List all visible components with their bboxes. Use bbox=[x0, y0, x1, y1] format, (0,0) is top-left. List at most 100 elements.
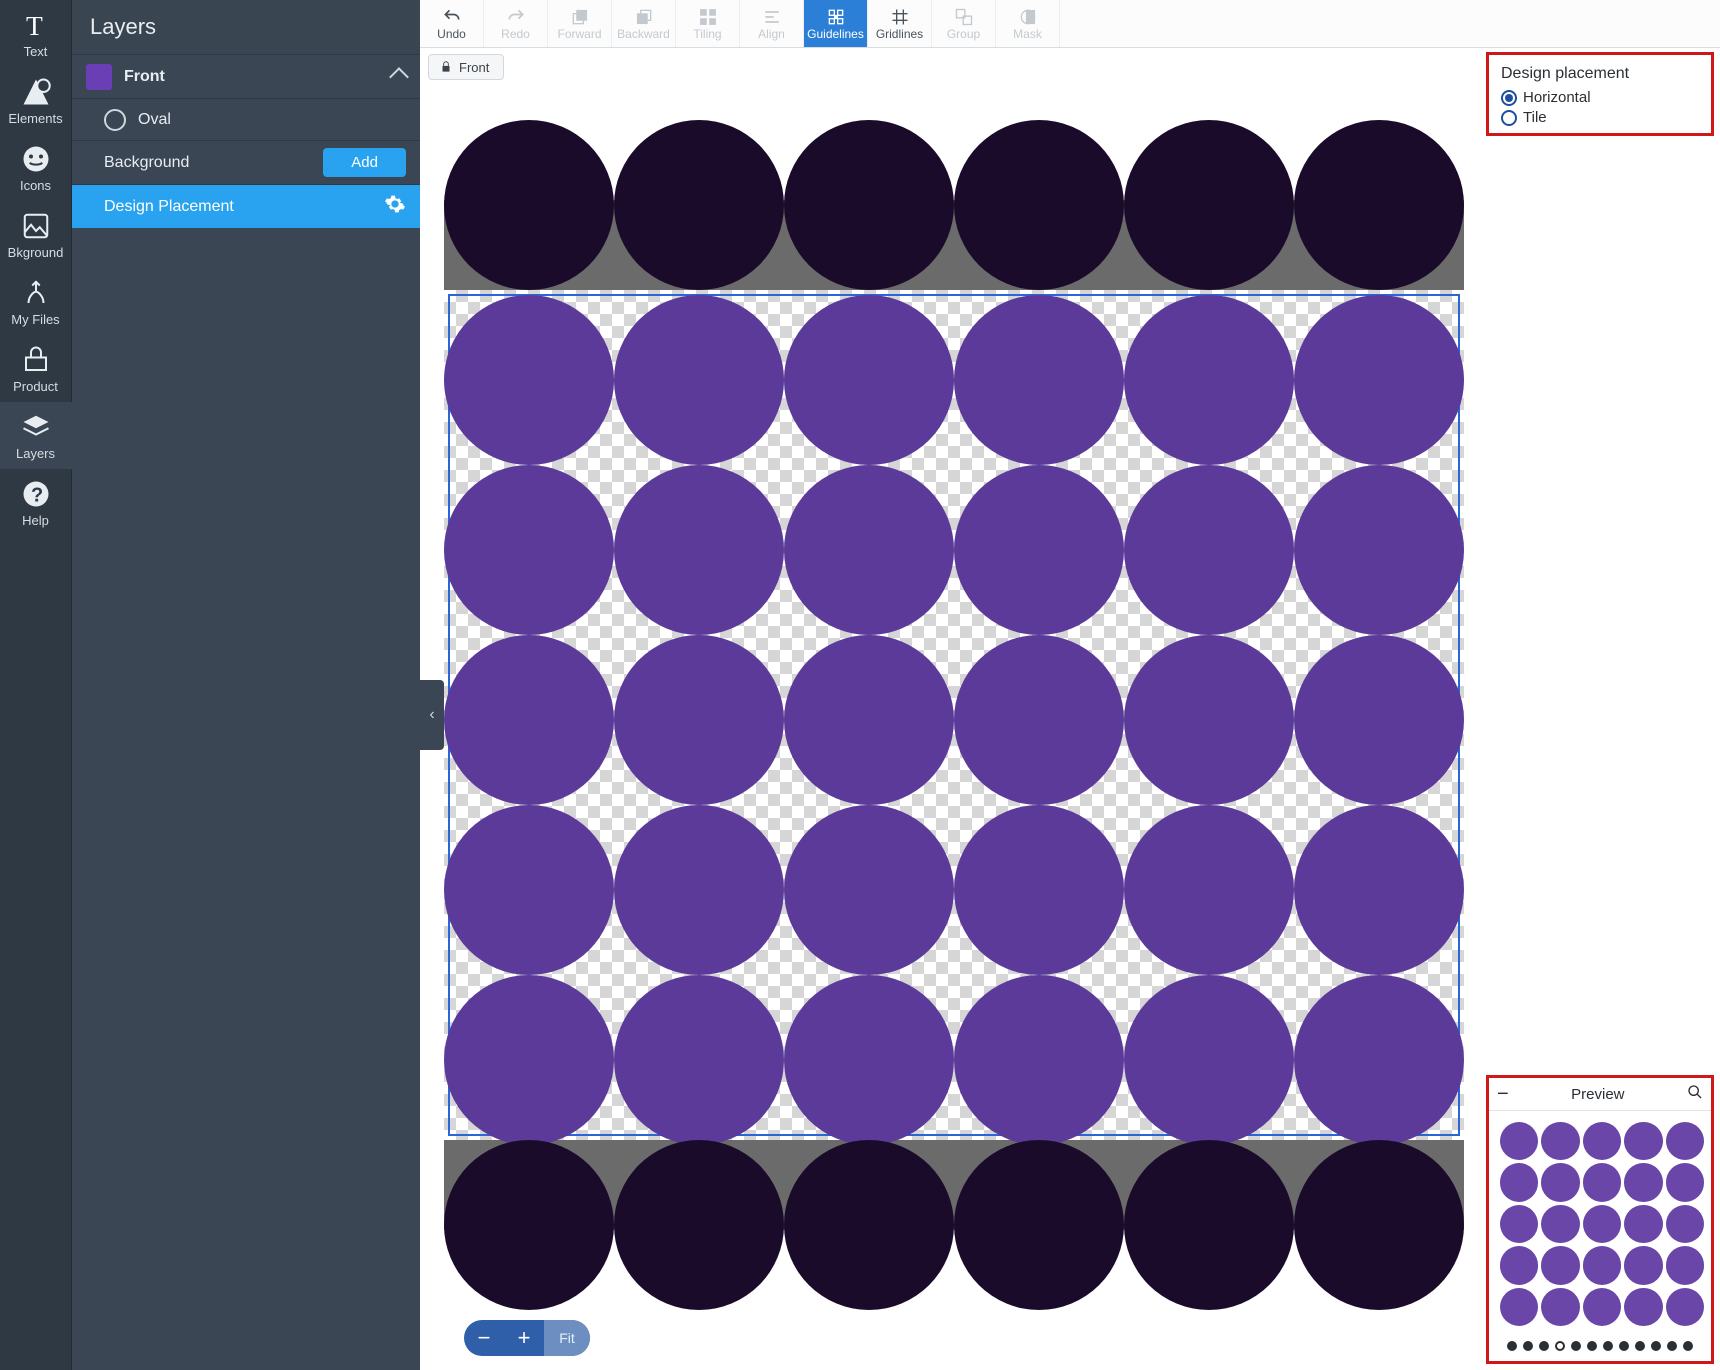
preview-circle bbox=[1500, 1288, 1538, 1326]
rail-help[interactable]: ? Help bbox=[0, 469, 72, 536]
pattern-circle bbox=[1294, 635, 1464, 805]
redo-icon bbox=[505, 7, 527, 27]
preview-circle bbox=[1624, 1288, 1662, 1326]
toolbar-tiling: Tiling bbox=[676, 0, 740, 47]
bleed-circle bbox=[1124, 120, 1294, 290]
toolbar-gridlines[interactable]: Gridlines bbox=[868, 0, 932, 47]
toolbar-group: Group bbox=[932, 0, 996, 47]
preview-page-dot[interactable] bbox=[1539, 1341, 1549, 1351]
layers-panel: Layers Front Oval Background Add Design … bbox=[72, 0, 420, 1370]
preview-page-dot[interactable] bbox=[1635, 1341, 1645, 1351]
layer-background-label: Background bbox=[104, 154, 189, 172]
lock-icon bbox=[439, 60, 453, 74]
pattern-circle bbox=[444, 635, 614, 805]
bleed-circle bbox=[784, 120, 954, 290]
radio-icon bbox=[1501, 110, 1517, 126]
undo-icon bbox=[441, 7, 463, 27]
toolbar-label: Guidelines bbox=[807, 27, 864, 41]
pattern-circle bbox=[444, 465, 614, 635]
gridlines-icon bbox=[889, 7, 911, 27]
zoom-fit-button[interactable]: Fit bbox=[544, 1320, 590, 1356]
preview-page-dot[interactable] bbox=[1683, 1341, 1693, 1351]
rail-layers[interactable]: Layers bbox=[0, 402, 72, 469]
layer-front[interactable]: Front bbox=[72, 54, 420, 98]
toolbar-label: Tiling bbox=[693, 27, 721, 41]
placement-option-tile[interactable]: Tile bbox=[1501, 109, 1699, 126]
rail-product[interactable]: Product bbox=[0, 335, 72, 402]
bleed-circle bbox=[1294, 1140, 1464, 1310]
rail-help-label: Help bbox=[22, 513, 49, 528]
layer-design-placement[interactable]: Design Placement bbox=[72, 184, 420, 228]
bleed-circle bbox=[784, 1140, 954, 1310]
rail-elements[interactable]: Elements bbox=[0, 67, 72, 134]
toolbar-label: Gridlines bbox=[876, 27, 923, 41]
rail-icons-label: Icons bbox=[20, 178, 51, 193]
bleed-circle bbox=[1124, 1140, 1294, 1310]
preview-circle bbox=[1666, 1122, 1704, 1160]
preview-circle bbox=[1666, 1163, 1704, 1201]
zoom-in-button[interactable]: + bbox=[504, 1320, 544, 1356]
panel-title: Layers bbox=[72, 0, 420, 54]
pattern-circle bbox=[1124, 295, 1294, 465]
pattern-circle bbox=[1124, 635, 1294, 805]
placement-option-horizontal[interactable]: Horizontal bbox=[1501, 89, 1699, 106]
design-canvas[interactable] bbox=[444, 200, 1464, 1230]
preview-circle bbox=[1541, 1205, 1579, 1243]
preview-circle bbox=[1541, 1122, 1579, 1160]
pattern-circle bbox=[784, 635, 954, 805]
preview-page-dot[interactable] bbox=[1523, 1341, 1533, 1351]
bleed-circle bbox=[954, 1140, 1124, 1310]
toolbar-label: Backward bbox=[617, 27, 670, 41]
toolbar-label: Mask bbox=[1013, 27, 1042, 41]
bleed-circle bbox=[954, 120, 1124, 290]
zoom-out-button[interactable]: − bbox=[464, 1320, 504, 1356]
pattern-circle bbox=[954, 295, 1124, 465]
preview-collapse-button[interactable]: − bbox=[1497, 1087, 1509, 1101]
preview-page-dot[interactable] bbox=[1619, 1341, 1629, 1351]
layer-oval[interactable]: Oval bbox=[72, 98, 420, 140]
preview-circle bbox=[1583, 1246, 1621, 1284]
panel-collapse-toggle[interactable]: ‹ bbox=[420, 680, 444, 750]
rail-product-label: Product bbox=[13, 379, 58, 394]
preview-circle bbox=[1666, 1288, 1704, 1326]
toolbar-undo[interactable]: Undo bbox=[420, 0, 484, 47]
preview-page-dot[interactable] bbox=[1651, 1341, 1661, 1351]
rail-icons[interactable]: Icons bbox=[0, 134, 72, 201]
preview-page-dot[interactable] bbox=[1603, 1341, 1613, 1351]
placement-tile-label: Tile bbox=[1523, 109, 1547, 126]
preview-circle bbox=[1500, 1246, 1538, 1284]
preview-circle bbox=[1624, 1246, 1662, 1284]
preview-page-dot[interactable] bbox=[1555, 1341, 1565, 1351]
front-swatch-icon bbox=[86, 64, 112, 90]
add-background-button[interactable]: Add bbox=[323, 148, 406, 177]
preview-circle bbox=[1541, 1246, 1579, 1284]
rail-my-files[interactable]: My Files bbox=[0, 268, 72, 335]
layer-background-row: Background Add bbox=[72, 140, 420, 184]
pattern-circle bbox=[1124, 465, 1294, 635]
bleed-circle bbox=[614, 1140, 784, 1310]
pattern-circle bbox=[954, 805, 1124, 975]
preview-circle bbox=[1500, 1163, 1538, 1201]
preview-page-dot[interactable] bbox=[1571, 1341, 1581, 1351]
preview-circle bbox=[1500, 1205, 1538, 1243]
toolbar-align: Align bbox=[740, 0, 804, 47]
design-placement-label: Design Placement bbox=[86, 198, 234, 216]
toolbar-guidelines[interactable]: Guidelines bbox=[804, 0, 868, 47]
bleed-circle bbox=[614, 120, 784, 290]
canvas-tab-front[interactable]: Front bbox=[428, 54, 504, 80]
preview-page-dot[interactable] bbox=[1587, 1341, 1597, 1351]
preview-zoom-button[interactable] bbox=[1687, 1084, 1703, 1104]
rail-bkground[interactable]: Bkground bbox=[0, 201, 72, 268]
preview-canvas bbox=[1497, 1119, 1707, 1329]
mask-icon bbox=[1017, 7, 1039, 27]
tiling-icon bbox=[697, 7, 719, 27]
toolbar-mask: Mask bbox=[996, 0, 1060, 47]
toolbar-label: Forward bbox=[557, 27, 601, 41]
pattern-circle bbox=[1124, 805, 1294, 975]
preview-page-dot[interactable] bbox=[1507, 1341, 1517, 1351]
layer-oval-label: Oval bbox=[138, 111, 171, 129]
oval-icon bbox=[104, 109, 126, 131]
rail-text[interactable]: T Text bbox=[0, 0, 72, 67]
preview-page-dot[interactable] bbox=[1667, 1341, 1677, 1351]
preview-circle bbox=[1583, 1205, 1621, 1243]
